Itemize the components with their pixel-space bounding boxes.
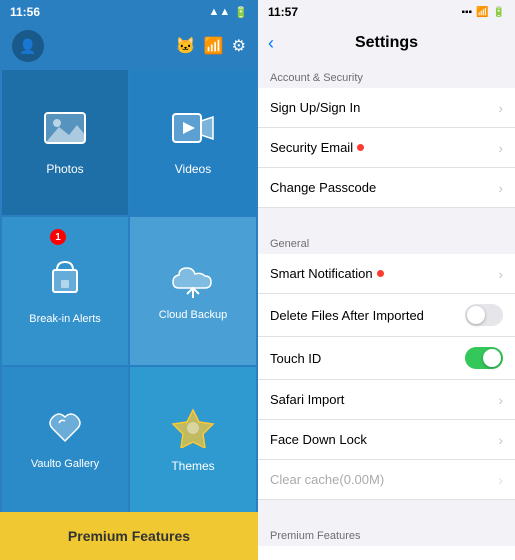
grid-container: Photos Videos Break-in Ale [0, 70, 258, 512]
clear-cache-label: Clear cache(0.00M) [270, 472, 384, 487]
section-divider-1 [258, 208, 515, 228]
security-email-red-dot [357, 144, 364, 151]
delete-files-toggle-container [465, 304, 503, 326]
cloud-backup-icon [171, 260, 215, 303]
cat-icon: 🐱 [176, 36, 196, 56]
chevron-icon: › [498, 180, 503, 196]
safari-import-label: Safari Import [270, 392, 344, 407]
battery-icon: 🔋 [234, 6, 248, 19]
break-in-alerts-label: Break-in Alerts [29, 313, 101, 325]
sign-up-sign-in-label: Sign Up/Sign In [270, 100, 360, 115]
touch-id-toggle-container [465, 347, 503, 369]
delete-files-label: Delete Files After Imported [270, 308, 424, 323]
touch-id-toggle[interactable] [465, 347, 503, 369]
list-item-clear-cache[interactable]: Clear cache(0.00M) › [258, 460, 515, 500]
cloud-backup-label: Cloud Backup [159, 309, 228, 321]
themes-icon [171, 406, 215, 453]
right-time: 11:57 [268, 5, 298, 19]
avatar-icon: 👤 [19, 38, 36, 55]
right-wifi-icon: 📶 [476, 7, 488, 18]
right-status-bar: 11:57 ▪▪▪ 📶 🔋 [258, 0, 515, 24]
face-down-lock-label: Face Down Lock [270, 432, 367, 447]
smart-notification-red-dot [377, 270, 384, 277]
wifi-icon: ▲▲ [209, 6, 231, 18]
right-nav: ‹ Settings [258, 24, 515, 62]
grid-item-videos[interactable]: Videos [130, 70, 256, 215]
list-item-security-email[interactable]: Security Email › [258, 128, 515, 168]
section-header-general: General [258, 228, 515, 254]
themes-label: Themes [171, 459, 214, 473]
touch-id-label: Touch ID [270, 351, 321, 366]
header-icons: 🐱 📶 ⚙ [176, 36, 246, 56]
left-status-bar: 11:56 ▲▲ 🔋 [0, 0, 258, 24]
security-email-label: Security Email [270, 140, 364, 155]
chevron-icon: › [498, 140, 503, 156]
videos-label: Videos [175, 162, 211, 176]
avatar[interactable]: 👤 [12, 30, 44, 62]
grid-item-break-in-alerts[interactable]: Break-in Alerts 1 [2, 217, 128, 364]
left-status-icons: ▲▲ 🔋 [209, 6, 248, 19]
grid-item-photos[interactable]: Photos [2, 70, 128, 215]
chevron-icon: › [498, 392, 503, 408]
list-item-my-premium-account[interactable]: My Premium Account › [258, 546, 515, 560]
break-in-alerts-badge: 1 [50, 229, 66, 245]
videos-icon [171, 109, 215, 156]
list-item-touch-id[interactable]: Touch ID [258, 337, 515, 380]
vaulto-gallery-label: Vaulto Gallery [31, 458, 99, 470]
section-header-premium: Premium Features [258, 520, 515, 546]
settings-title: Settings [355, 34, 418, 52]
smart-notification-label: Smart Notification [270, 266, 384, 281]
grid-item-cloud-backup[interactable]: Cloud Backup [130, 217, 256, 364]
list-item-change-passcode[interactable]: Change Passcode › [258, 168, 515, 208]
section-header-account: Account & Security [258, 62, 515, 88]
left-time: 11:56 [10, 5, 40, 19]
right-status-icons: ▪▪▪ 📶 🔋 [461, 7, 505, 18]
back-button[interactable]: ‹ [268, 33, 274, 54]
right-panel: 11:57 ▪▪▪ 📶 🔋 ‹ Settings Account & Secur… [258, 0, 515, 560]
list-item-safari-import[interactable]: Safari Import › [258, 380, 515, 420]
chevron-icon: › [498, 432, 503, 448]
left-panel: 11:56 ▲▲ 🔋 👤 🐱 📶 ⚙ Photos [0, 0, 258, 560]
section-divider-2 [258, 500, 515, 520]
right-signal-icon: ▪▪▪ [461, 7, 472, 18]
break-in-alerts-icon [43, 256, 87, 307]
list-item-smart-notification[interactable]: Smart Notification › [258, 254, 515, 294]
grid-item-themes[interactable]: Themes [130, 367, 256, 512]
photos-label: Photos [46, 162, 83, 176]
settings-list: Account & Security Sign Up/Sign In › Sec… [258, 62, 515, 560]
left-header: 👤 🐱 📶 ⚙ [0, 24, 258, 70]
list-item-sign-up-sign-in[interactable]: Sign Up/Sign In › [258, 88, 515, 128]
grid-item-vaulto-gallery[interactable]: Vaulto Gallery [2, 367, 128, 512]
change-passcode-label: Change Passcode [270, 180, 376, 195]
chevron-icon: › [498, 100, 503, 116]
chevron-icon: › [498, 472, 503, 488]
premium-bar[interactable]: Premium Features [0, 512, 258, 560]
photos-icon [43, 109, 87, 156]
list-item-delete-files[interactable]: Delete Files After Imported [258, 294, 515, 337]
gear-icon[interactable]: ⚙ [232, 36, 246, 56]
wifi-header-icon: 📶 [204, 36, 224, 56]
delete-files-toggle[interactable] [465, 304, 503, 326]
premium-bar-label: Premium Features [68, 528, 190, 544]
chevron-icon: › [498, 266, 503, 282]
list-item-face-down-lock[interactable]: Face Down Lock › [258, 420, 515, 460]
vaulto-gallery-icon [43, 409, 87, 452]
right-battery-icon: 🔋 [493, 7, 505, 18]
